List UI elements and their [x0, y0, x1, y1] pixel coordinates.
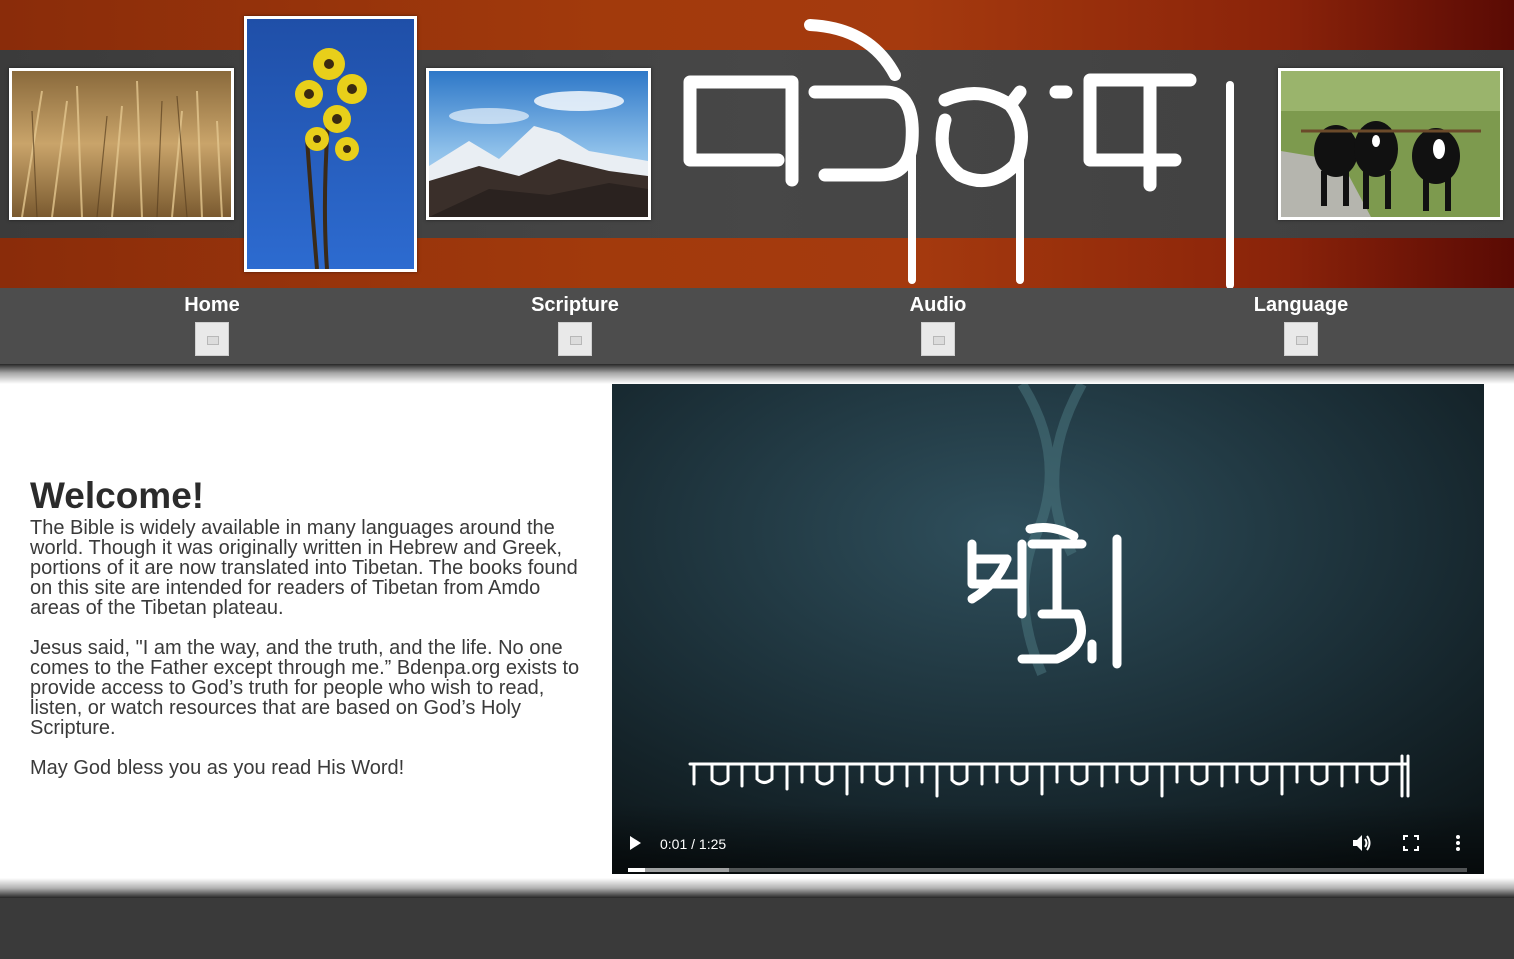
video-played-fill — [628, 868, 645, 872]
video-time: 0:01 / 1:25 — [660, 836, 727, 852]
broken-image-icon[interactable] — [921, 322, 955, 356]
footer — [0, 898, 1514, 959]
welcome-section: Welcome! The Bible is widely available i… — [30, 474, 590, 798]
video-progress-bar[interactable] — [628, 868, 1467, 872]
yellow-flower-photo — [244, 16, 417, 272]
nav-item-scripture[interactable]: Scripture — [495, 292, 655, 356]
blessing-paragraph: May God bless you as you read His Word! — [30, 757, 405, 779]
video-controls: 0:01 / 1:25 — [612, 804, 1484, 874]
snow-mountain-photo — [426, 68, 651, 220]
mission-paragraph: Jesus said, "I am the way, and the truth… — [30, 637, 580, 739]
broken-image-icon[interactable] — [195, 322, 229, 356]
welcome-heading: Welcome! — [30, 475, 205, 516]
nav-item-label[interactable]: Scripture — [495, 292, 655, 318]
nav-item-label[interactable]: Audio — [858, 292, 1018, 318]
header-banner — [0, 0, 1514, 288]
nav-item-label[interactable]: Home — [132, 292, 292, 318]
wheat-field-photo — [9, 68, 234, 220]
intro-video-player[interactable]: 0:01 / 1:25 — [612, 384, 1484, 874]
main-nav: Home Scripture Audio Language — [0, 288, 1514, 364]
yaks-photo — [1278, 68, 1503, 220]
nav-item-home[interactable]: Home — [132, 292, 292, 356]
video-frame — [612, 384, 1484, 874]
more-options-icon[interactable] — [1453, 834, 1463, 852]
footer-shadow — [0, 878, 1514, 898]
fullscreen-icon[interactable] — [1403, 835, 1419, 851]
nav-item-language[interactable]: Language — [1221, 292, 1381, 356]
nav-item-audio[interactable]: Audio — [858, 292, 1018, 356]
broken-image-icon[interactable] — [1284, 322, 1318, 356]
broken-image-icon[interactable] — [558, 322, 592, 356]
nav-shadow — [0, 364, 1514, 384]
intro-paragraph: The Bible is widely available in many la… — [30, 517, 578, 619]
nav-item-label[interactable]: Language — [1221, 292, 1381, 318]
play-icon[interactable] — [628, 835, 642, 851]
site-logo-tibetan[interactable] — [680, 0, 1260, 288]
volume-icon[interactable] — [1352, 834, 1372, 852]
